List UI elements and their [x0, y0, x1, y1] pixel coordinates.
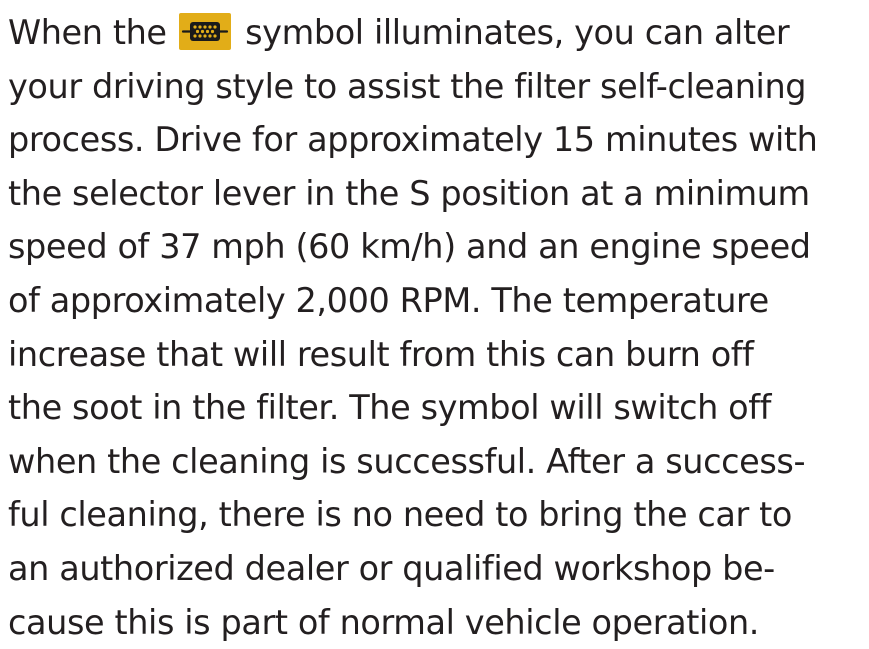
text-line-11: an authorized dealer or qualified worksh…	[8, 548, 775, 588]
text-line-1: When the symbol illuminates, you can alt…	[8, 6, 866, 60]
diesel-particulate-filter-icon	[178, 13, 231, 50]
text-line-6: of approximately 2,000 RPM. The temperat…	[8, 280, 769, 320]
text-line-8: the soot in the filter. The symbol will …	[8, 388, 772, 428]
text-line-12: cause this is part of normal vehicle ope…	[8, 602, 760, 642]
text-line-1-after: symbol illuminates, you can alter	[245, 13, 790, 52]
text-line-3: process. Drive for approximately 15 minu…	[8, 120, 818, 160]
text-line-4: the selector lever in the S position at …	[8, 173, 810, 213]
text-line-10: ful cleaning, there is no need to bring …	[8, 495, 793, 535]
manual-page: When the symbol illuminates, you can alt…	[8, 6, 866, 642]
text-line-5: speed of 37 mph (60 km/h) and an engine …	[8, 227, 811, 267]
text-line-2: your driving style to assist the filter …	[8, 66, 807, 106]
dpf-cleaning-paragraph: When the symbol illuminates, you can alt…	[8, 6, 866, 649]
text-line-1-before: When the	[8, 13, 167, 52]
text-line-7: increase that will result from this can …	[8, 334, 754, 374]
text-line-9: when the cleaning is successful. After a…	[8, 441, 806, 481]
